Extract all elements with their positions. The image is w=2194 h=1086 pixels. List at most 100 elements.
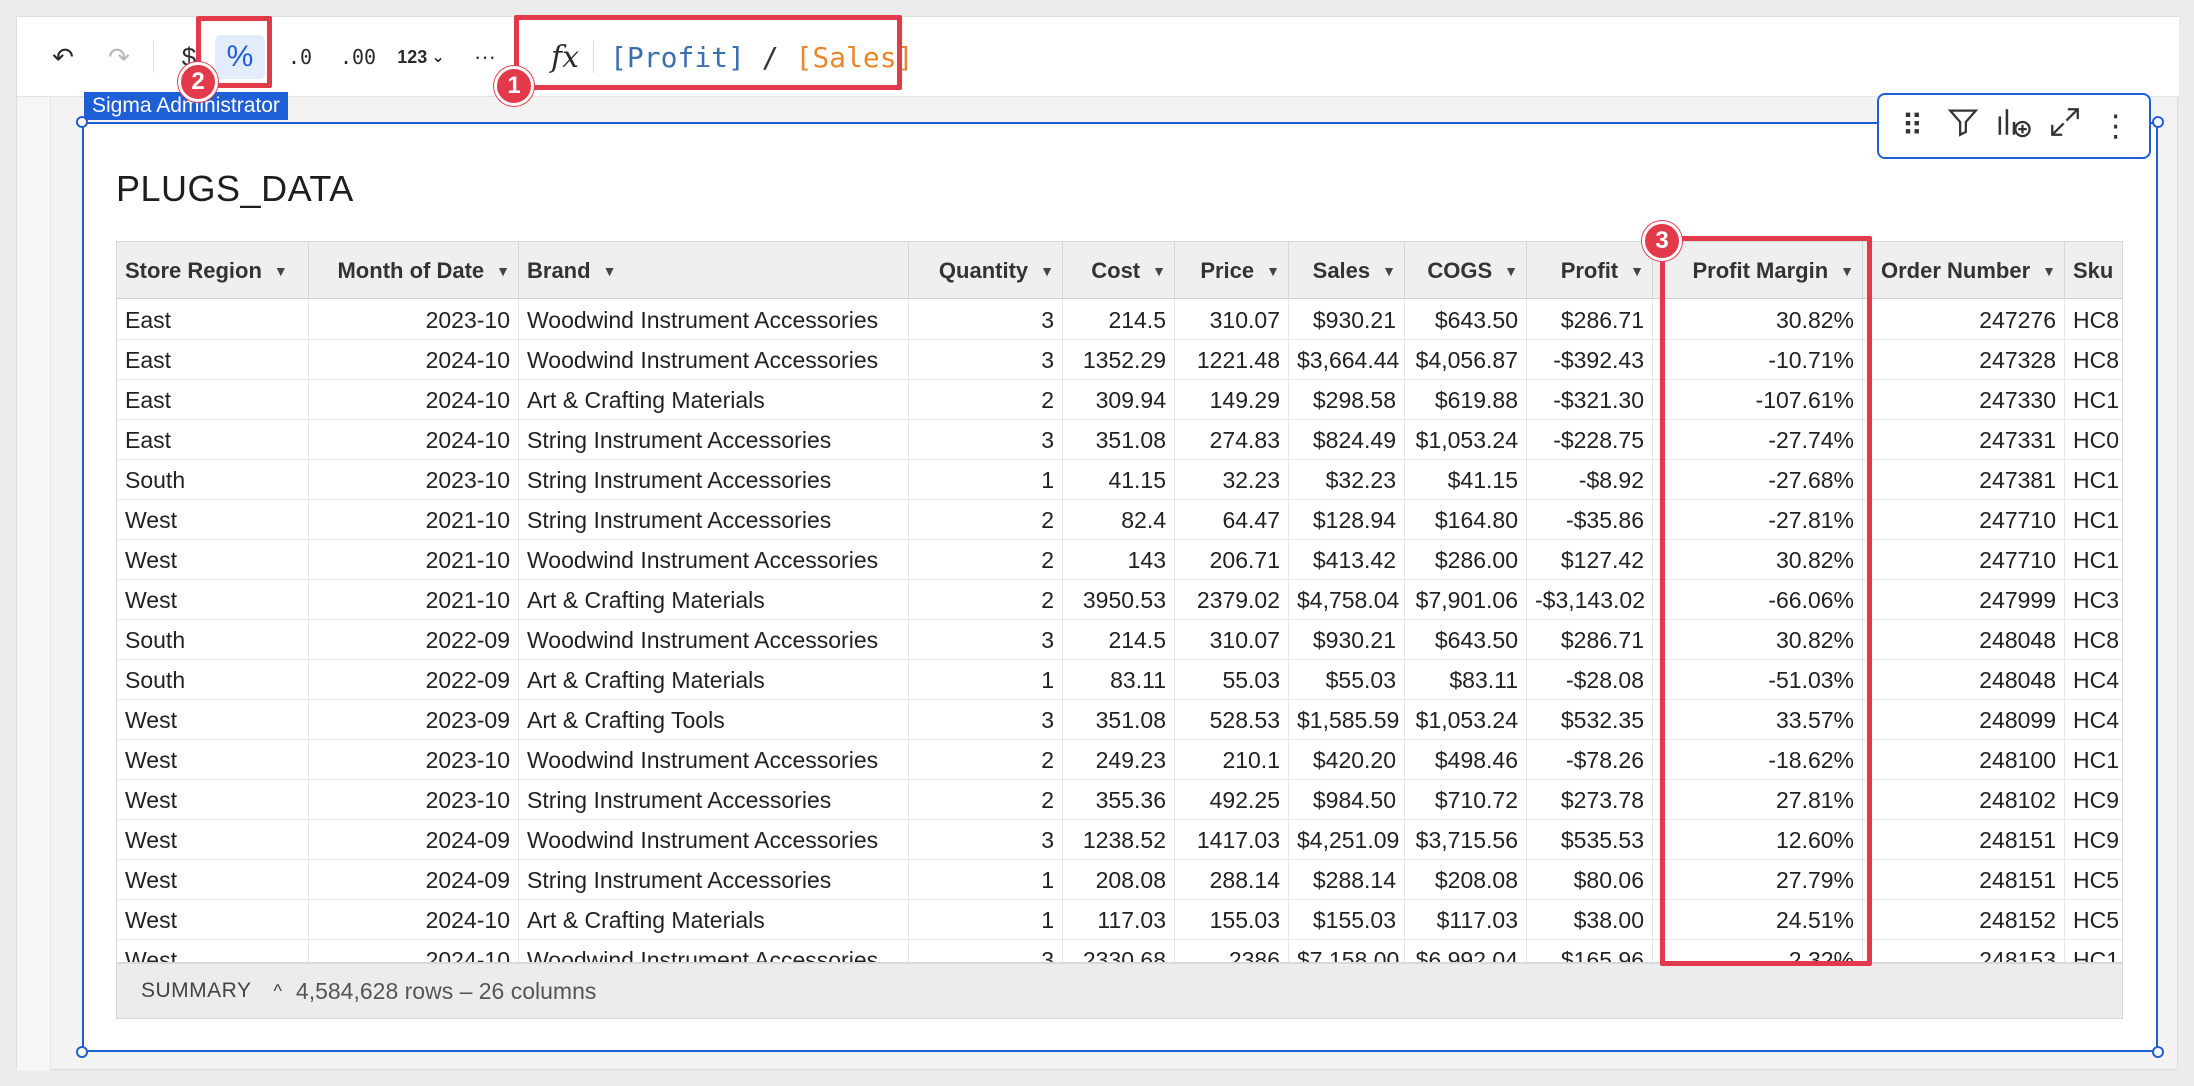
table-cell[interactable]: 247276 [1863, 300, 2065, 340]
table-cell[interactable]: West [117, 820, 309, 860]
table-cell[interactable]: $7,901.06 [1405, 580, 1527, 620]
decrease-decimal-button[interactable]: .0 [275, 35, 325, 79]
table-cell[interactable]: 351.08 [1063, 700, 1175, 740]
table-cell[interactable]: 1238.52 [1063, 820, 1175, 860]
table-cell[interactable]: Art & Crafting Materials [519, 580, 909, 620]
table-cell[interactable]: $298.58 [1289, 380, 1405, 420]
redo-button[interactable]: ↷ [97, 35, 141, 79]
column-header[interactable]: Order Number ▼ [1863, 242, 2065, 299]
table-cell[interactable]: 3 [909, 700, 1063, 740]
table-cell[interactable]: Woodwind Instrument Accessories [519, 340, 909, 380]
table-cell[interactable]: 2 [909, 740, 1063, 780]
table-cell[interactable]: Woodwind Instrument Accessories [519, 300, 909, 340]
table-cell[interactable]: 2023-10 [309, 740, 519, 780]
table-cell[interactable]: 248151 [1863, 860, 2065, 900]
table-cell[interactable]: 247710 [1863, 540, 2065, 580]
expand-icon[interactable] [2041, 105, 2089, 147]
table-cell[interactable]: HC8 [2065, 340, 2122, 380]
table-cell[interactable]: $117.03 [1405, 900, 1527, 940]
table-cell[interactable]: HC8 [2065, 300, 2122, 340]
table-cell[interactable]: 249.23 [1063, 740, 1175, 780]
table-cell[interactable]: $208.08 [1405, 860, 1527, 900]
caret-down-icon[interactable]: ▼ [1504, 263, 1518, 279]
table-cell[interactable]: 2023-10 [309, 460, 519, 500]
table-cell[interactable]: West [117, 860, 309, 900]
table-cell[interactable]: 82.4 [1063, 500, 1175, 540]
table-cell[interactable]: West [117, 580, 309, 620]
table-cell[interactable]: 492.25 [1175, 780, 1289, 820]
chevron-up-icon[interactable]: ^ [273, 981, 281, 1002]
table-cell[interactable]: $498.46 [1405, 740, 1527, 780]
add-chart-icon[interactable] [1990, 105, 2038, 147]
table-cell[interactable]: 2023-09 [309, 700, 519, 740]
table-cell[interactable]: -$392.43 [1527, 340, 1653, 380]
table-cell[interactable]: 117.03 [1063, 900, 1175, 940]
table-cell[interactable]: HC5 [2065, 900, 2122, 940]
table-cell[interactable]: $286.71 [1527, 300, 1653, 340]
table-cell[interactable]: $643.50 [1405, 620, 1527, 660]
table-cell[interactable]: 149.29 [1175, 380, 1289, 420]
table-cell[interactable]: HC1 [2065, 380, 2122, 420]
table-cell[interactable]: HC9 [2065, 820, 2122, 860]
table-cell[interactable]: West [117, 780, 309, 820]
table-cell[interactable]: 1 [909, 900, 1063, 940]
table-cell[interactable]: 83.11 [1063, 660, 1175, 700]
table-cell[interactable]: HC3 [2065, 580, 2122, 620]
table-cell[interactable]: $643.50 [1405, 300, 1527, 340]
table-cell[interactable]: $532.35 [1527, 700, 1653, 740]
table-cell[interactable]: 2024-10 [309, 900, 519, 940]
table-cell[interactable]: $1,053.24 [1405, 700, 1527, 740]
table-cell[interactable]: West [117, 740, 309, 780]
table-cell[interactable]: -$28.08 [1527, 660, 1653, 700]
table-cell[interactable]: West [117, 940, 309, 962]
table-cell[interactable]: 55.03 [1175, 660, 1289, 700]
table-cell[interactable]: -$8.92 [1527, 460, 1653, 500]
table-cell[interactable]: 2024-10 [309, 420, 519, 460]
table-cell[interactable]: String Instrument Accessories [519, 500, 909, 540]
table-cell[interactable]: $619.88 [1405, 380, 1527, 420]
table-cell[interactable]: $128.94 [1289, 500, 1405, 540]
number-format-dropdown[interactable]: 123 ⌄ [389, 35, 453, 79]
table-cell[interactable]: String Instrument Accessories [519, 460, 909, 500]
table-cell[interactable]: 2 [909, 380, 1063, 420]
caret-down-icon[interactable]: ▼ [1630, 263, 1644, 279]
table-cell[interactable]: West [117, 500, 309, 540]
table-cell[interactable]: $32.23 [1289, 460, 1405, 500]
table-cell[interactable]: $273.78 [1527, 780, 1653, 820]
table-cell[interactable]: $984.50 [1289, 780, 1405, 820]
table-cell[interactable]: 3 [909, 620, 1063, 660]
table-cell[interactable]: 208.08 [1063, 860, 1175, 900]
table-cell[interactable]: 155.03 [1175, 900, 1289, 940]
table-cell[interactable]: $127.42 [1527, 540, 1653, 580]
table-cell[interactable]: 143 [1063, 540, 1175, 580]
table-cell[interactable]: $6,992.04 [1405, 940, 1527, 962]
table-cell[interactable]: 2386 [1175, 940, 1289, 962]
table-cell[interactable]: 32.23 [1175, 460, 1289, 500]
table-cell[interactable]: 247381 [1863, 460, 2065, 500]
column-header[interactable]: Store Region ▼ [117, 242, 309, 299]
column-header[interactable]: Price ▼ [1175, 242, 1289, 299]
table-cell[interactable]: 64.47 [1175, 500, 1289, 540]
table-cell[interactable]: 248153 [1863, 940, 2065, 962]
table-cell[interactable]: 247999 [1863, 580, 2065, 620]
table-cell[interactable]: 1 [909, 860, 1063, 900]
table-cell[interactable]: 247710 [1863, 500, 2065, 540]
table-cell[interactable]: Woodwind Instrument Accessories [519, 740, 909, 780]
caret-down-icon[interactable]: ▼ [496, 263, 510, 279]
table-cell[interactable]: $7,158.00 [1289, 940, 1405, 962]
column-header[interactable]: Sku [2065, 242, 2122, 299]
table-cell[interactable]: $164.80 [1405, 500, 1527, 540]
table-cell[interactable]: 248102 [1863, 780, 2065, 820]
caret-down-icon[interactable]: ▼ [603, 263, 617, 279]
table-cell[interactable]: 248151 [1863, 820, 2065, 860]
table-cell[interactable]: 2 [909, 780, 1063, 820]
table-cell[interactable]: 288.14 [1175, 860, 1289, 900]
table-cell[interactable]: $710.72 [1405, 780, 1527, 820]
increase-decimal-button[interactable]: .00 [331, 35, 385, 79]
column-header[interactable]: Brand ▼ [519, 242, 909, 299]
table-cell[interactable]: HC0 [2065, 420, 2122, 460]
table-cell[interactable]: $3,715.56 [1405, 820, 1527, 860]
table-cell[interactable]: -$321.30 [1527, 380, 1653, 420]
table-cell[interactable]: 248152 [1863, 900, 2065, 940]
caret-down-icon[interactable]: ▼ [2042, 263, 2056, 279]
